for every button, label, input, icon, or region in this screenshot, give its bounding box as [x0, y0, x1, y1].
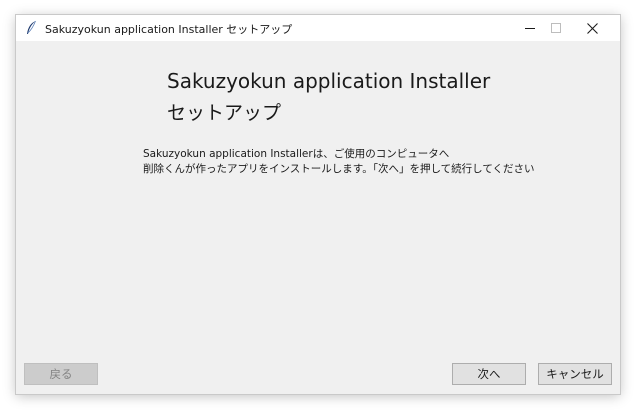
- title-bar[interactable]: Sakuzyokun application Installer セットアップ: [16, 15, 620, 41]
- product-heading: Sakuzyokun application Installer: [167, 69, 491, 93]
- description-line: 削除くんが作ったアプリをインストールします。「次へ」を押して続行してください: [143, 163, 535, 175]
- window-title: Sakuzyokun application Installer セットアップ: [45, 23, 293, 36]
- maximize-icon: [551, 23, 561, 33]
- welcome-description: Sakuzyokun application Installerは、ご使用のコン…: [143, 147, 535, 177]
- back-button[interactable]: 戻る: [24, 363, 98, 385]
- next-button[interactable]: 次へ: [452, 363, 526, 385]
- installer-content: Sakuzyokun application Installer セットアップ …: [16, 41, 620, 394]
- description-line: Sakuzyokun application Installerは、ご使用のコン…: [143, 148, 450, 160]
- installer-window: Sakuzyokun application Installer セットアップ …: [16, 15, 620, 394]
- maximize-button[interactable]: [538, 15, 574, 41]
- close-icon: [586, 22, 598, 34]
- minimize-icon: [525, 23, 535, 33]
- feather-icon: [24, 20, 38, 36]
- cancel-button[interactable]: キャンセル: [538, 363, 612, 385]
- setup-subheading: セットアップ: [167, 102, 282, 124]
- close-button[interactable]: [574, 15, 610, 41]
